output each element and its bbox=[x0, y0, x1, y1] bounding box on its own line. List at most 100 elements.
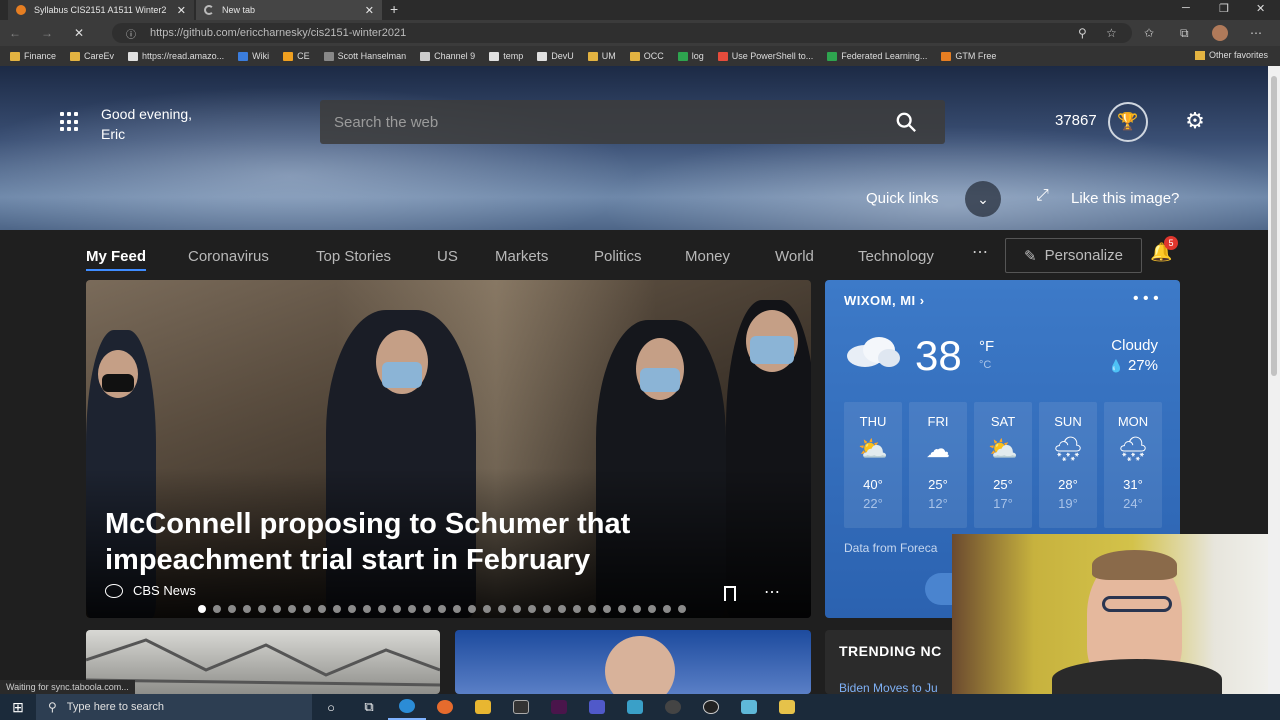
carousel-dot[interactable] bbox=[243, 605, 251, 613]
tab-us[interactable]: US bbox=[437, 248, 458, 265]
weather-location[interactable]: WIXOM, MI › bbox=[844, 293, 925, 308]
favorite-item[interactable]: UM bbox=[587, 51, 616, 61]
tab-world[interactable]: World bbox=[775, 248, 814, 265]
carousel-dot[interactable] bbox=[663, 605, 671, 613]
hero-headline[interactable]: McConnell proposing to Schumer that impe… bbox=[105, 506, 745, 578]
carousel-dot[interactable] bbox=[603, 605, 611, 613]
more-tabs-icon[interactable]: ⋯ bbox=[972, 242, 988, 262]
carousel-dot[interactable] bbox=[543, 605, 551, 613]
bookmark-icon[interactable] bbox=[724, 586, 736, 601]
apps-launcher-icon[interactable] bbox=[60, 112, 80, 132]
forecast-day[interactable]: SAT ⛅ 25° 17° bbox=[974, 402, 1032, 528]
favorite-item[interactable]: OCC bbox=[629, 51, 664, 61]
search-icon[interactable] bbox=[895, 111, 917, 133]
carousel-dot[interactable] bbox=[393, 605, 401, 613]
cortana-icon[interactable]: ○ bbox=[312, 694, 350, 720]
forward-icon[interactable]: → bbox=[38, 26, 56, 40]
carousel-dots[interactable] bbox=[198, 605, 686, 613]
other-favorites[interactable]: Other favorites bbox=[1194, 50, 1268, 60]
carousel-dot[interactable] bbox=[228, 605, 236, 613]
rewards-trophy-icon[interactable]: 🏆 bbox=[1108, 102, 1148, 142]
minimize-icon[interactable]: ─ bbox=[1182, 2, 1190, 14]
tab-new-tab[interactable]: New tab ✕ bbox=[196, 0, 382, 20]
forecast-day[interactable]: FRI ☁ 25° 12° bbox=[909, 402, 967, 528]
favorite-item[interactable]: log bbox=[677, 51, 704, 61]
story-thumbnail-biden[interactable] bbox=[455, 630, 811, 694]
tab-coronavirus[interactable]: Coronavirus bbox=[188, 248, 269, 265]
carousel-dot[interactable] bbox=[213, 605, 221, 613]
weather-more-icon[interactable]: • • • bbox=[1133, 290, 1159, 308]
forecast-day[interactable]: SUN 🌨 28° 19° bbox=[1039, 402, 1097, 528]
slack-icon[interactable] bbox=[540, 694, 578, 720]
carousel-dot[interactable] bbox=[678, 605, 686, 613]
zoom-icon[interactable]: ⚲ bbox=[1078, 26, 1087, 40]
profile-avatar[interactable] bbox=[1212, 25, 1228, 41]
file-explorer-icon[interactable] bbox=[464, 694, 502, 720]
forecast-day[interactable]: MON 🌨 31° 24° bbox=[1104, 402, 1162, 528]
carousel-dot[interactable] bbox=[363, 605, 371, 613]
favorite-item[interactable]: Federated Learning... bbox=[827, 51, 927, 61]
favorite-item[interactable]: https://read.amazo... bbox=[128, 51, 224, 61]
tab-top-stories[interactable]: Top Stories bbox=[316, 248, 391, 265]
url-field[interactable]: ⓘ https://github.com/ericcharnesky/cis21… bbox=[112, 23, 1132, 43]
chevron-down-icon[interactable]: ⌄ bbox=[965, 181, 1001, 217]
tab-technology[interactable]: Technology bbox=[858, 248, 934, 265]
taskbar-search-input[interactable]: ⚲ Type here to search bbox=[36, 694, 312, 720]
rewards-points[interactable]: 37867 bbox=[1055, 112, 1097, 129]
carousel-dot[interactable] bbox=[438, 605, 446, 613]
carousel-dot[interactable] bbox=[378, 605, 386, 613]
gear-icon[interactable]: ⚙ bbox=[1183, 109, 1207, 133]
carousel-dot[interactable] bbox=[513, 605, 521, 613]
favorite-star-icon[interactable]: ☆ bbox=[1106, 26, 1117, 40]
stop-loading-icon[interactable]: ✕ bbox=[70, 26, 88, 40]
trending-item[interactable]: Biden Moves to Ju bbox=[839, 681, 938, 695]
quick-links-label[interactable]: Quick links bbox=[866, 190, 939, 207]
carousel-dot[interactable] bbox=[453, 605, 461, 613]
close-window-icon[interactable]: ✕ bbox=[1256, 2, 1265, 15]
collections-icon[interactable]: ⧉ bbox=[1180, 26, 1189, 41]
carousel-dot[interactable] bbox=[273, 605, 281, 613]
task-view-icon[interactable]: ⧉ bbox=[350, 694, 388, 720]
personalize-button[interactable]: ✎ Personalize bbox=[1005, 238, 1142, 273]
favorite-item[interactable]: temp bbox=[489, 51, 523, 61]
carousel-dot[interactable] bbox=[318, 605, 326, 613]
site-info-icon[interactable]: ⓘ bbox=[126, 26, 136, 41]
tab-politics[interactable]: Politics bbox=[594, 248, 642, 265]
page-scrollbar[interactable] bbox=[1268, 66, 1280, 694]
favorite-item[interactable]: Wiki bbox=[238, 51, 269, 61]
favorite-item[interactable]: DevU bbox=[537, 51, 574, 61]
favorite-item[interactable]: GTM Free bbox=[941, 51, 996, 61]
carousel-dot[interactable] bbox=[303, 605, 311, 613]
weather-source[interactable]: Data from Foreca bbox=[844, 541, 937, 555]
windows-start-icon[interactable]: ⊞ bbox=[0, 694, 36, 720]
carousel-dot[interactable] bbox=[483, 605, 491, 613]
unit-fahrenheit[interactable]: °F bbox=[979, 338, 994, 356]
carousel-dot[interactable] bbox=[348, 605, 356, 613]
carousel-dot[interactable] bbox=[198, 605, 206, 613]
carousel-dot[interactable] bbox=[573, 605, 581, 613]
carousel-dot[interactable] bbox=[258, 605, 266, 613]
carousel-dot[interactable] bbox=[633, 605, 641, 613]
expand-icon[interactable]: ⤢ bbox=[1036, 187, 1049, 205]
github-icon[interactable] bbox=[692, 694, 730, 720]
carousel-dot[interactable] bbox=[333, 605, 341, 613]
scrollbar-thumb[interactable] bbox=[1271, 76, 1277, 376]
favorite-item[interactable]: Use PowerShell to... bbox=[717, 51, 813, 61]
more-options-icon[interactable]: ⋯ bbox=[764, 582, 780, 602]
tab-syllabus[interactable]: Syllabus CIS2151 A1511 Winter2 ✕ bbox=[8, 0, 194, 20]
favorite-item[interactable]: Scott Hanselman bbox=[323, 51, 406, 61]
carousel-dot[interactable] bbox=[618, 605, 626, 613]
edge-icon[interactable] bbox=[388, 694, 426, 720]
carousel-dot[interactable] bbox=[648, 605, 656, 613]
unit-toggle[interactable]: °F °C bbox=[979, 338, 994, 374]
carousel-dot[interactable] bbox=[558, 605, 566, 613]
bell-icon[interactable]: 🔔 5 bbox=[1150, 236, 1178, 263]
favorites-list-icon[interactable]: ✩ bbox=[1144, 26, 1154, 40]
notepad-icon[interactable] bbox=[730, 694, 768, 720]
carousel-dot[interactable] bbox=[498, 605, 506, 613]
favorite-item[interactable]: CareEv bbox=[70, 51, 114, 61]
terminal-icon[interactable] bbox=[502, 694, 540, 720]
favorite-item[interactable]: Finance bbox=[10, 51, 56, 61]
new-tab-button[interactable]: + bbox=[390, 1, 398, 17]
carousel-dot[interactable] bbox=[408, 605, 416, 613]
